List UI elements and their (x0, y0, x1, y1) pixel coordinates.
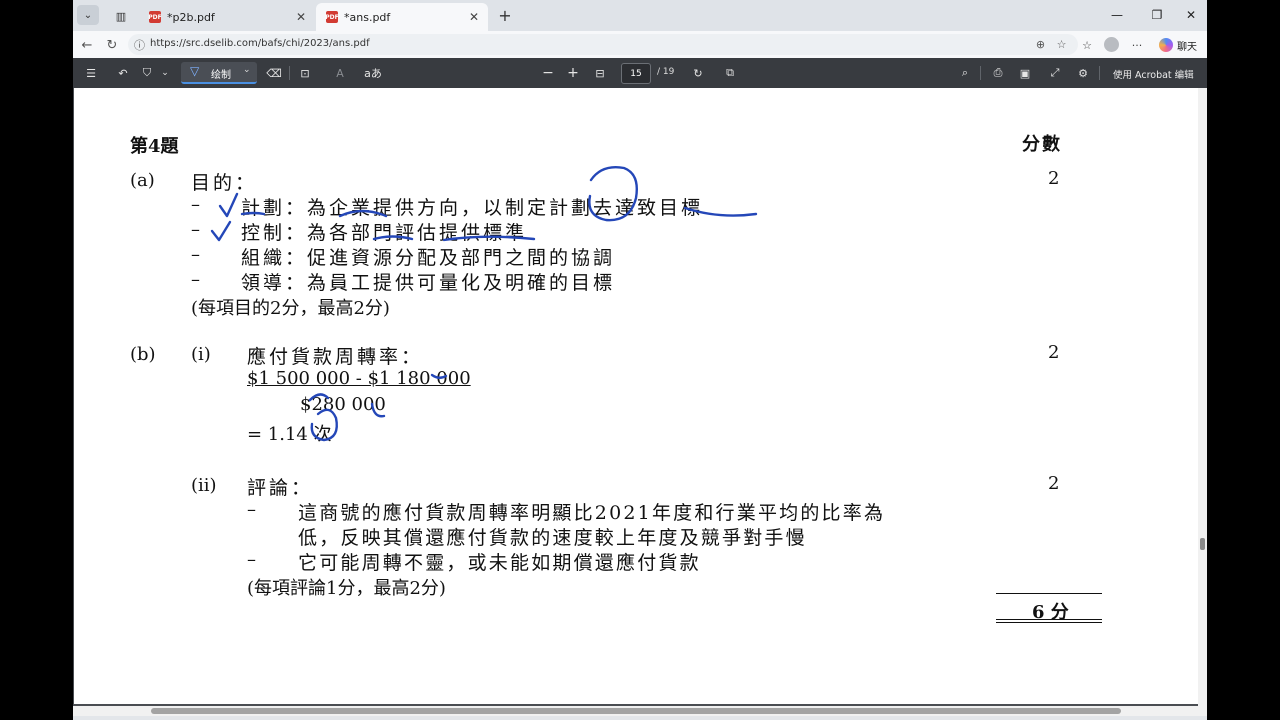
draw-label: 绘制 (211, 70, 231, 81)
zoom-out-icon[interactable]: − (539, 64, 557, 82)
arc-qiye (338, 209, 388, 218)
fullscreen-icon[interactable]: ⤢ (1046, 64, 1064, 82)
minimize-icon[interactable]: — (1103, 5, 1131, 25)
numerator-mark (430, 373, 448, 379)
horizontal-scroll-thumb[interactable] (151, 708, 1121, 714)
underline-mubiao (683, 206, 758, 217)
text-box-icon[interactable]: ⊡ (296, 64, 314, 82)
horizontal-scrollbar[interactable] (73, 706, 1207, 716)
back-icon[interactable]: ← (77, 35, 97, 55)
undo-icon[interactable]: ↶ (113, 64, 133, 82)
tab-ans[interactable]: PDF *ans.pdf ✕ (316, 3, 488, 31)
underline-pinggu (442, 235, 536, 242)
mark-280000-b (370, 402, 386, 418)
chevron-down-icon[interactable]: ⌄ (159, 64, 171, 82)
close-icon[interactable]: ✕ (466, 10, 482, 24)
eraser-icon[interactable]: ⌫ (265, 64, 283, 82)
tab-p2b[interactable]: PDF *p2b.pdf ✕ (139, 3, 315, 31)
checkmark-2 (210, 220, 232, 242)
page-view-icon[interactable]: ⧉ (721, 64, 739, 82)
page-total: / 19 (657, 67, 675, 77)
checkmark-1 (218, 192, 239, 218)
read-aloud-icon[interactable]: aあ (363, 64, 383, 82)
pen-icon: ▽ (190, 64, 200, 78)
refresh-icon[interactable]: ↻ (102, 35, 122, 55)
rotate-icon[interactable]: ↻ (689, 64, 707, 82)
underline-bumen (372, 235, 414, 241)
window-close-icon[interactable]: ✕ (1177, 5, 1205, 25)
vertical-scrollbar[interactable] (1198, 88, 1207, 710)
save-icon[interactable]: ▣ (1016, 64, 1034, 82)
toolbar-divider (1099, 66, 1100, 80)
more-options-icon[interactable]: ··· (1129, 35, 1145, 55)
collections-icon[interactable]: ▥ (111, 6, 131, 26)
favorite-star-icon[interactable]: ☆ (1054, 37, 1069, 52)
close-icon[interactable]: ✕ (293, 10, 309, 24)
site-info-icon[interactable]: ⓘ (132, 37, 147, 52)
mark-280000-a (308, 393, 330, 402)
zoom-in-icon[interactable]: + (564, 64, 582, 82)
text-format-icon: A (336, 66, 344, 80)
browser-window: ⌄ ▥ PDF *p2b.pdf ✕ PDF *ans.pdf ✕ + — ❐ … (73, 0, 1207, 720)
vertical-scroll-thumb[interactable] (1200, 538, 1205, 550)
print-icon[interactable]: ⎙ (989, 64, 1007, 82)
new-tab-button[interactable]: + (495, 5, 515, 25)
toolbar-divider (289, 66, 290, 80)
chat-label[interactable]: 聊天 (1177, 38, 1197, 53)
restore-icon[interactable]: ❐ (1143, 5, 1171, 25)
page-number-input[interactable]: 15 (621, 63, 651, 84)
tab-actions-menu-icon[interactable]: ⌄ (77, 5, 99, 25)
fit-page-icon[interactable]: ⊟ (591, 64, 609, 82)
pdf-page: 第4題 分數 (a) 目的： 2 – 計劃：為企業提供方向，以制定計劃去達致目標… (74, 88, 1198, 704)
address-bar[interactable]: ⓘ https://src.dselib.com/bafs/chi/2023/a… (128, 34, 1078, 55)
circle-jihua (588, 166, 638, 222)
chevron-down-icon[interactable]: ⌄ (243, 65, 251, 75)
tab-strip: ⌄ ▥ PDF *p2b.pdf ✕ PDF *ans.pdf ✕ + — ❐ … (73, 0, 1207, 31)
pdf-viewport[interactable]: 第4題 分數 (a) 目的： 2 – 計劃：為企業提供方向，以制定計劃去達致目標… (73, 88, 1207, 710)
circle-ci (310, 408, 338, 442)
toolbar-divider (980, 66, 981, 80)
tab-title: *ans.pdf (344, 10, 391, 24)
address-url: https://src.dselib.com/bafs/chi/2023/ans… (150, 38, 370, 49)
edit-with-acrobat-button[interactable]: 使用 Acrobat 编辑 (1113, 67, 1194, 81)
contents-icon[interactable]: ☰ (81, 64, 101, 82)
copilot-icon[interactable] (1159, 38, 1173, 52)
favorites-icon[interactable]: ☆ (1079, 35, 1095, 55)
zoom-icon[interactable]: ⊕ (1033, 37, 1048, 52)
draw-button[interactable]: ▽ 绘制 ⌄ (181, 62, 257, 84)
search-icon[interactable]: ⌕ (956, 64, 974, 82)
highlight-icon[interactable]: ⛉ (137, 64, 157, 82)
pdf-icon: PDF (325, 11, 339, 23)
profile-avatar[interactable] (1104, 37, 1119, 52)
ink-annotations (210, 166, 758, 442)
underline-jihua (240, 211, 266, 216)
navigation-bar: ← ↻ ⓘ https://src.dselib.com/bafs/chi/20… (73, 31, 1207, 58)
pdf-icon: PDF (148, 11, 162, 23)
pdf-toolbar: ☰ ↶ ⛉ ⌄ ▽ 绘制 ⌄ ⌫ ⊡ A aあ − + ⊟ 15 / 19 ↻ … (73, 58, 1207, 88)
tab-title: *p2b.pdf (167, 10, 215, 24)
settings-gear-icon[interactable]: ⚙ (1074, 64, 1092, 82)
